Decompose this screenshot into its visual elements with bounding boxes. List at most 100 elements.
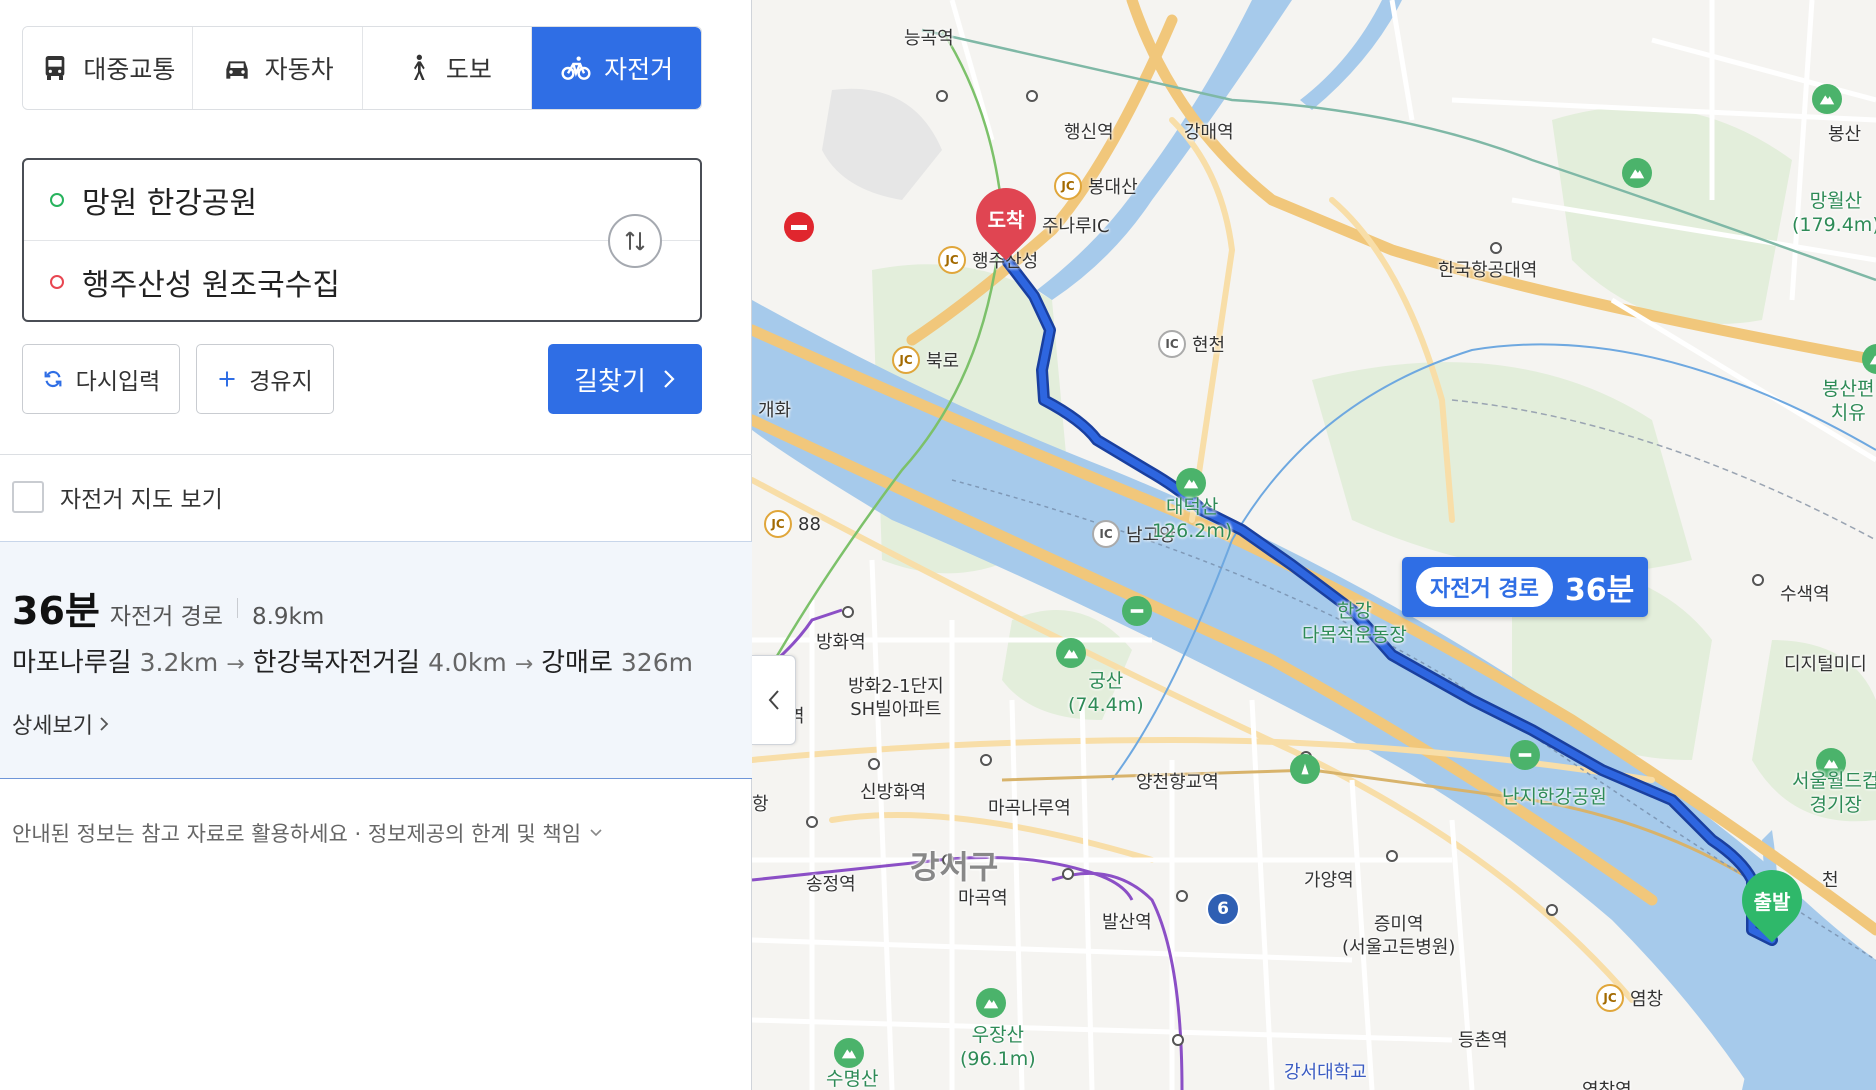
label-jeungmi: 증미역 (서울고든병원): [1342, 914, 1456, 958]
label-gungsan: 궁산 (74.4m): [1068, 670, 1144, 716]
label-haengsin: 행신역: [1064, 122, 1114, 143]
stadium-icon: [1510, 740, 1540, 770]
label-bongsan: 봉산: [1828, 124, 1862, 145]
label-bongdaesan: 봉대산: [1088, 177, 1138, 198]
search-label: 길찾기: [574, 366, 646, 397]
jc-badge-icon: JC: [764, 510, 792, 538]
tab-car[interactable]: 자동차: [192, 27, 363, 109]
detail-link[interactable]: 상세보기: [12, 708, 109, 740]
label-daedeoksan: 대덕산 126.2m): [1152, 496, 1233, 542]
end-dot-icon: [50, 275, 64, 289]
label-balsan: 발산역: [1102, 912, 1152, 933]
bike-map-checkbox[interactable]: [12, 481, 44, 513]
jc-badge-icon: JC: [938, 246, 966, 274]
chevron-left-icon: [768, 690, 779, 710]
disclaimer-text: 안내된 정보는 참고 자료로 활용하세요 · 정보제공의 한계 및 책임: [12, 822, 582, 846]
tab-bike[interactable]: 자전거: [532, 27, 701, 109]
detail-link-label: 상세보기: [12, 714, 93, 739]
plus-icon: [219, 371, 235, 387]
segment-distance: 4.0km: [428, 648, 507, 677]
result-type: 자전거 경로: [109, 604, 223, 630]
separator: [236, 597, 238, 618]
find-route-button[interactable]: 길찾기: [548, 344, 702, 414]
divider: [0, 454, 752, 455]
jc-88: JC 88: [764, 510, 821, 538]
tab-walk-label: 도보: [445, 55, 492, 84]
tab-walk[interactable]: 도보: [362, 27, 533, 109]
no-entry-icon: [784, 212, 814, 242]
bus-icon: [46, 56, 65, 80]
jc-badge-icon: JC: [892, 346, 920, 374]
label-worldcup-park: 서울월드컵 경기장: [1792, 770, 1876, 816]
route-bubble-time: 36분: [1564, 573, 1635, 608]
map-canvas[interactable]: JC 봉대산 JC 행주산성 JC 북로 IC 현천 JC 88 IC 남고양 JC 염창 능…: [752, 0, 1876, 1090]
label-magok: 마곡역: [958, 888, 1008, 909]
route-bubble-tag: 자전거 경로: [1416, 567, 1553, 607]
label-junaru-ic: 주나루IC: [1042, 216, 1110, 237]
segment-name: 한강북자전거길: [252, 648, 421, 678]
arrival-pin-label: 도착: [987, 208, 1025, 232]
tab-car-label: 자동차: [264, 55, 334, 84]
route-info-bubble[interactable]: 자전거 경로 36분: [1402, 557, 1649, 617]
label-gangmae: 강매역: [1184, 122, 1234, 143]
departure-pin-label: 출발: [1753, 890, 1791, 914]
park-icon: [1290, 754, 1320, 784]
route-divider: [24, 240, 700, 241]
mountain-icon: [834, 1038, 864, 1068]
arrow-right-icon: →: [514, 652, 534, 677]
swap-button[interactable]: [608, 214, 662, 268]
end-field[interactable]: 행주산성 원조국수집: [24, 242, 614, 322]
label-korea-aero-univ: 한국항공대역: [1438, 260, 1538, 281]
arrow-right-icon: →: [226, 652, 245, 677]
label-gayang: 가양역: [1304, 870, 1354, 891]
label-bukro: 북로: [926, 351, 960, 372]
route-result-card[interactable]: 36분 자전거 경로 8.9km 마포나루길 3.2km → 한강북자전거길 4…: [0, 541, 752, 779]
result-summary: 36분 자전거 경로 8.9km: [12, 580, 324, 635]
reset-button[interactable]: 다시입력: [22, 344, 180, 414]
map-base-layer: [752, 0, 1876, 1090]
departure-pin[interactable]: 출발: [1729, 857, 1815, 946]
start-dot-icon: [50, 193, 64, 207]
label-mangwolsan: 망월산 (179.4m): [1792, 190, 1876, 236]
collapse-panel-button[interactable]: [752, 655, 796, 745]
disclaimer[interactable]: 안내된 정보는 참고 자료로 활용하세요 · 정보제공의 한계 및 책임: [12, 818, 603, 848]
label-magoknaru: 마곡나루역: [988, 798, 1071, 819]
tab-transit[interactable]: 대중교통: [23, 27, 193, 109]
arrival-pin[interactable]: 도착: [963, 175, 1049, 264]
mountain-icon: [976, 988, 1006, 1018]
jc-yeomchang: JC 염창: [1596, 984, 1663, 1012]
route-input-box: 망원 한강공원 행주산성 원조국수집: [22, 158, 702, 322]
label-sumyeongsan: 수명산: [826, 1068, 879, 1090]
walk-icon: [413, 54, 425, 80]
label-gangseo-gu: 강서구: [910, 848, 999, 886]
label-susaek: 수색역: [1780, 584, 1830, 605]
transport-mode-tabs: 대중교통 자동차 도보 자전거: [22, 26, 702, 110]
mountain-icon: [1622, 158, 1652, 188]
reset-label: 다시입력: [75, 369, 161, 395]
result-time: 36분: [12, 589, 100, 633]
start-field[interactable]: 망원 한강공원: [24, 160, 614, 240]
park-icon: [1122, 596, 1152, 626]
label-yangcheon-hyanggyo: 양천향교역: [1136, 772, 1219, 793]
bike-icon: [561, 56, 591, 80]
add-waypoint-button[interactable]: 경유지: [196, 344, 334, 414]
mountain-icon: [1176, 468, 1206, 498]
label-sinbanghwa: 신방화역: [860, 782, 927, 803]
label-cheon: 천: [1822, 870, 1839, 891]
route-panel: 대중교통 자동차 도보 자전거 망원 한강공원 행주산성 원조국수집 다시입력 …: [0, 0, 752, 1090]
label-yeomchang-jc: 염창: [1630, 989, 1664, 1010]
bike-map-toggle[interactable]: 자전거 지도 보기: [12, 480, 223, 514]
label-jc88: 88: [798, 513, 821, 535]
label-yeomchang-station: 염창역: [1582, 1076, 1632, 1090]
label-bongsan-park: 봉산편 치유: [1822, 378, 1875, 424]
label-gangseo-univ: 강서대학교: [1284, 1062, 1367, 1083]
chevron-right-icon: [664, 370, 675, 388]
ic-badge-icon: IC: [1158, 330, 1186, 358]
waypoint-label: 경유지: [249, 369, 313, 395]
label-nanji-park: 난지한강공원: [1502, 786, 1607, 808]
label-banghwa-station: 방화역: [816, 632, 866, 653]
label-neunggok: 능곡역: [904, 28, 954, 49]
label-ujangsan: 우장산 (96.1m): [960, 1024, 1036, 1070]
ic-hyeoncheon: IC 현천: [1158, 330, 1225, 358]
end-value: 행주산성 원조국수집: [82, 268, 340, 303]
